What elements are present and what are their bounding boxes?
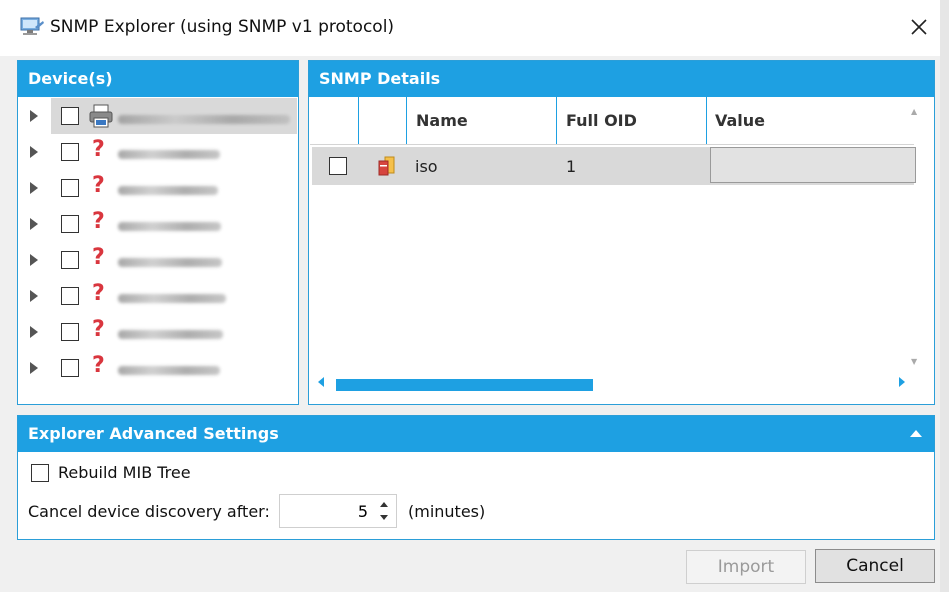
column-divider	[358, 97, 359, 144]
window-title: SNMP Explorer (using SNMP v1 protocol)	[50, 17, 395, 37]
mib-node-icon	[378, 156, 395, 176]
column-header-value[interactable]: Value	[715, 111, 765, 130]
row-checkbox[interactable]	[329, 157, 347, 175]
column-header-full-oid[interactable]: Full OID	[566, 111, 637, 130]
expand-icon[interactable]	[30, 146, 38, 158]
device-name-redacted	[118, 186, 218, 195]
column-divider	[406, 97, 407, 144]
advanced-settings-panel: Explorer Advanced Settings Rebuild MIB T…	[17, 415, 935, 540]
question-icon: ?	[92, 173, 105, 198]
collapse-up-icon[interactable]	[910, 430, 922, 437]
rebuild-mib-label: Rebuild MIB Tree	[58, 463, 191, 482]
rebuild-mib-checkbox[interactable]	[31, 464, 49, 482]
column-divider[interactable]	[556, 97, 557, 144]
advanced-settings-header[interactable]: Explorer Advanced Settings	[18, 416, 934, 452]
right-edge-strip	[940, 0, 949, 592]
devices-panel: Device(s) ? ? ? ? ? ? ?	[17, 60, 299, 405]
device-checkbox[interactable]	[61, 143, 79, 161]
stepper-up-icon[interactable]	[380, 502, 388, 507]
question-icon: ?	[92, 137, 105, 162]
expand-icon[interactable]	[30, 326, 38, 338]
row-full-oid: 1	[566, 157, 577, 176]
device-checkbox[interactable]	[61, 359, 79, 377]
snmp-details-panel: SNMP Details Name Full OID Value iso 1	[308, 60, 935, 405]
device-checkbox[interactable]	[61, 107, 79, 125]
discovery-minutes-stepper[interactable]: 5	[279, 494, 397, 528]
column-header-name[interactable]: Name	[416, 111, 468, 130]
question-icon: ?	[92, 209, 105, 234]
device-name-redacted	[118, 258, 222, 267]
device-name-redacted	[118, 294, 226, 303]
device-name-redacted	[118, 150, 220, 159]
cancel-discovery-label: Cancel device discovery after:	[28, 502, 270, 521]
expand-icon[interactable]	[30, 182, 38, 194]
scroll-right-icon[interactable]	[899, 377, 905, 387]
title-bar: SNMP Explorer (using SNMP v1 protocol)	[0, 0, 949, 56]
expand-icon[interactable]	[30, 110, 38, 122]
grid-header: Name Full OID Value	[310, 97, 914, 145]
device-name-redacted	[118, 330, 223, 339]
question-icon: ?	[92, 245, 105, 270]
import-button[interactable]: Import	[686, 550, 806, 584]
expand-icon[interactable]	[30, 254, 38, 266]
device-name-redacted	[118, 366, 220, 375]
device-checkbox[interactable]	[61, 323, 79, 341]
scroll-left-icon[interactable]	[318, 377, 324, 387]
printer-icon	[89, 104, 113, 128]
device-checkbox[interactable]	[61, 251, 79, 269]
expand-icon[interactable]	[30, 218, 38, 230]
question-icon: ?	[92, 317, 105, 342]
horizontal-scrollbar-thumb[interactable]	[336, 379, 593, 391]
row-name: iso	[415, 157, 438, 176]
device-name-redacted	[118, 115, 290, 124]
snmp-explorer-icon	[20, 17, 44, 35]
cancel-button[interactable]: Cancel	[815, 549, 935, 583]
snmp-details-header: SNMP Details	[309, 61, 934, 97]
device-checkbox[interactable]	[61, 215, 79, 233]
row-value-cell[interactable]	[710, 147, 916, 183]
discovery-minutes-value: 5	[357, 502, 368, 521]
question-icon: ?	[92, 353, 105, 378]
devices-header: Device(s)	[18, 61, 298, 97]
expand-icon[interactable]	[30, 290, 38, 302]
device-name-redacted	[118, 222, 221, 231]
scroll-up-icon[interactable]: ▲	[911, 107, 917, 116]
close-icon[interactable]	[904, 12, 934, 42]
stepper-down-icon[interactable]	[380, 515, 388, 520]
column-divider[interactable]	[706, 97, 707, 144]
question-icon: ?	[92, 281, 105, 306]
table-row[interactable]: iso 1	[312, 147, 916, 185]
minutes-unit-label: (minutes)	[408, 502, 486, 521]
scroll-down-icon[interactable]: ▼	[911, 357, 917, 366]
device-checkbox[interactable]	[61, 179, 79, 197]
device-checkbox[interactable]	[61, 287, 79, 305]
expand-icon[interactable]	[30, 362, 38, 374]
